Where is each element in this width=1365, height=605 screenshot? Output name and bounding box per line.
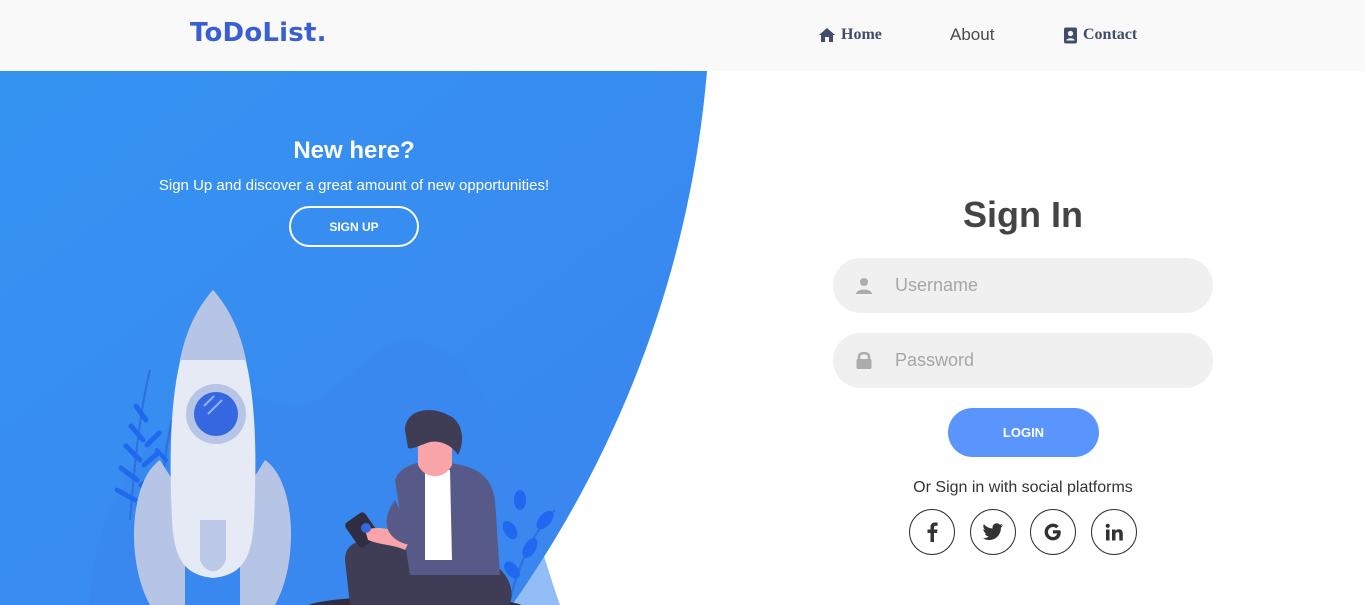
sign-in-title: Sign In (963, 194, 1083, 235)
sign-up-button[interactable]: SIGN UP (289, 206, 419, 247)
linkedin-button[interactable] (1091, 509, 1137, 555)
password-field[interactable] (833, 333, 1213, 388)
social-text: Or Sign in with social platforms (913, 479, 1133, 496)
nav-home[interactable]: Home (818, 24, 882, 46)
navbar: ToDoList. Home About Contact (0, 0, 1365, 71)
username-field[interactable] (833, 258, 1213, 313)
linkedin-icon (1105, 523, 1123, 540)
home-icon (819, 28, 835, 42)
panel-title: New here? (293, 137, 415, 164)
google-icon (1044, 523, 1061, 541)
person (308, 410, 522, 605)
login-button[interactable]: LOGIN (948, 408, 1099, 457)
user-icon (833, 277, 895, 295)
twitter-icon (982, 523, 1003, 540)
panel-subtitle: Sign Up and discover a great amount of n… (158, 177, 550, 194)
password-input[interactable] (895, 340, 1185, 381)
contact-icon (1064, 27, 1077, 43)
google-button[interactable] (1030, 509, 1076, 555)
facebook-icon (927, 522, 938, 542)
lock-icon (833, 351, 895, 370)
nav-about-label: About (950, 25, 995, 44)
rocket (133, 290, 292, 605)
nav-contact[interactable]: Contact (1063, 24, 1137, 46)
nav-about[interactable]: About (950, 24, 994, 46)
twitter-button[interactable] (970, 509, 1016, 555)
username-input[interactable] (895, 265, 1185, 306)
brand-logo[interactable]: ToDoList. (190, 18, 327, 48)
nav-home-label: Home (841, 26, 882, 43)
nav-contact-label: Contact (1083, 26, 1138, 43)
facebook-button[interactable] (909, 509, 955, 555)
